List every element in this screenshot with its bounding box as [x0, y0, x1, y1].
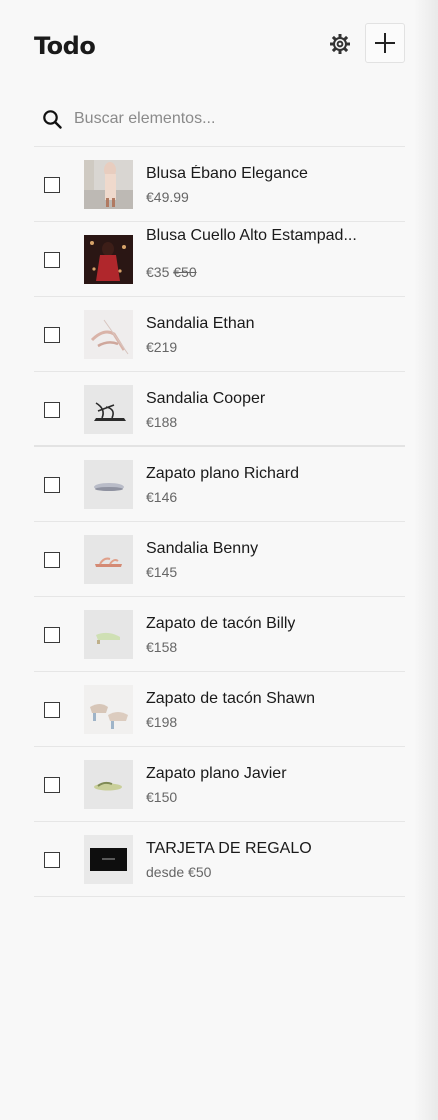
item-checkbox[interactable]	[44, 327, 60, 343]
item-sale-price: €35	[146, 264, 170, 280]
item-price: €150	[146, 789, 178, 805]
item-name[interactable]: Sandalia Benny	[146, 540, 258, 558]
item-price: desde €50	[146, 864, 212, 880]
item-checkbox[interactable]	[44, 852, 60, 868]
list-item: Blusa Cuello Alto Estampad... €35 €50	[34, 222, 405, 297]
list-item: Zapato de tacón Shawn €198	[34, 672, 405, 747]
product-image	[84, 685, 133, 734]
page-title: Todo	[34, 32, 96, 60]
item-name[interactable]: Sandalia Cooper	[146, 390, 265, 408]
item-checkbox[interactable]	[44, 477, 60, 493]
item-checkbox[interactable]	[44, 777, 60, 793]
item-name[interactable]: Zapato plano Javier	[146, 765, 287, 783]
item-price: €158	[146, 639, 178, 655]
panel-edge-shadow	[414, 0, 438, 1120]
item-price: €49.99	[146, 189, 189, 205]
item-checkbox[interactable]	[44, 627, 60, 643]
gear-icon[interactable]	[328, 32, 352, 56]
search-icon	[43, 110, 62, 129]
list-item: Zapato de tacón Billy €158	[34, 597, 405, 672]
list-item: TARJETA DE REGALO desde €50	[34, 822, 405, 897]
search-bar	[34, 92, 405, 147]
item-name[interactable]: Blusa Cuello Alto Estampad...	[146, 227, 357, 245]
product-image	[84, 610, 133, 659]
item-checkbox[interactable]	[44, 552, 60, 568]
item-checkbox[interactable]	[44, 402, 60, 418]
item-name[interactable]: Zapato de tacón Billy	[146, 615, 295, 633]
list-item: Sandalia Cooper €188	[34, 372, 405, 447]
item-name[interactable]: Zapato de tacón Shawn	[146, 690, 315, 708]
item-price: €198	[146, 714, 178, 730]
list-item: Blusa Ébano Elegance €49.99	[34, 147, 405, 222]
product-image	[84, 160, 133, 209]
search-input[interactable]	[72, 109, 376, 129]
list-item: Sandalia Ethan €219	[34, 297, 405, 372]
list-item: Zapato plano Richard €146	[34, 447, 405, 522]
list-item: Zapato plano Javier €150	[34, 747, 405, 822]
product-image	[84, 835, 133, 884]
plus-icon	[375, 33, 395, 53]
item-name[interactable]: Zapato plano Richard	[146, 465, 299, 483]
product-image	[84, 235, 133, 284]
product-image	[84, 460, 133, 509]
item-checkbox[interactable]	[44, 177, 60, 193]
item-name[interactable]: Blusa Ébano Elegance	[146, 165, 308, 183]
items-panel: Todo Buscar elementos... Blusa Ébano Ele…	[34, 0, 405, 897]
item-price: €188	[146, 414, 178, 430]
item-price: €35 €50	[146, 264, 197, 280]
item-price: €146	[146, 489, 178, 505]
item-name[interactable]: Sandalia Ethan	[146, 315, 255, 333]
item-price: €145	[146, 564, 178, 580]
item-price: €219	[146, 339, 178, 355]
add-button[interactable]	[365, 23, 405, 63]
product-image	[84, 385, 133, 434]
product-image	[84, 535, 133, 584]
product-image	[84, 760, 133, 809]
list-item: Sandalia Benny €145	[34, 522, 405, 597]
item-checkbox[interactable]	[44, 252, 60, 268]
item-name[interactable]: TARJETA DE REGALO	[146, 840, 312, 858]
product-image	[84, 310, 133, 359]
panel-header: Todo	[34, 0, 405, 92]
item-original-price: €50	[173, 264, 197, 280]
item-checkbox[interactable]	[44, 702, 60, 718]
